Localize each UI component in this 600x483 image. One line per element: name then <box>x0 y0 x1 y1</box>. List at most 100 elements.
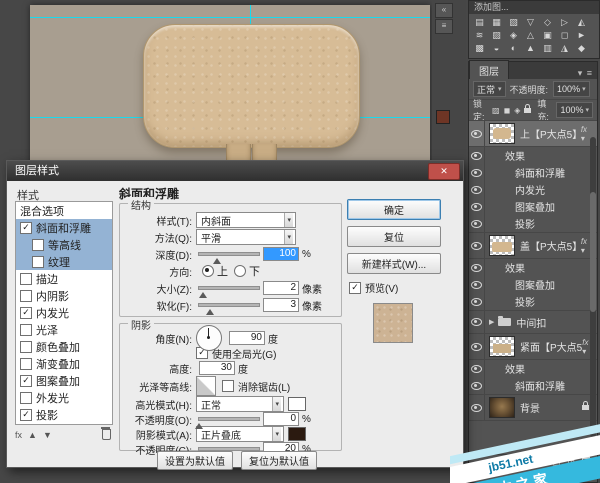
preset-icon[interactable]: ▷ <box>556 16 573 29</box>
layer-row[interactable]: ▶ 效果 fx ▾ <box>469 259 597 276</box>
highlight-color-swatch[interactable] <box>288 397 306 411</box>
eye-icon[interactable] <box>471 342 482 351</box>
layer-row[interactable]: ▶ 盖【P大点5】 fx ▾ <box>469 232 597 259</box>
preset-icon[interactable]: ≋ <box>471 29 488 42</box>
preset-icon[interactable]: △ <box>522 29 539 42</box>
layer-thumbnail[interactable] <box>489 235 515 256</box>
set-default-button[interactable]: 设置为默认值 <box>157 451 233 470</box>
fill-value[interactable]: 100% ▾ <box>556 102 593 118</box>
style-checkbox[interactable]: ✓ <box>20 306 32 319</box>
layer-name[interactable]: 效果 <box>505 148 525 163</box>
style-checkbox[interactable]: ✓ <box>20 289 32 302</box>
eye-icon[interactable] <box>471 381 482 390</box>
style-checkbox[interactable]: ✓ <box>20 391 32 404</box>
eye-icon[interactable] <box>471 219 482 228</box>
style-checkbox[interactable]: ✓ <box>20 221 32 234</box>
style-item[interactable]: ✓ 内阴影 <box>16 287 112 304</box>
layer-name[interactable]: 投影 <box>515 294 535 309</box>
layer-name[interactable]: 盖【P大点5】 <box>520 238 581 253</box>
eye-icon[interactable] <box>471 297 482 306</box>
layer-thumbnail[interactable] <box>489 336 515 357</box>
style-checkbox[interactable]: ✓ <box>32 255 44 268</box>
blend-mode-select[interactable]: 正常 ▾ <box>473 81 506 97</box>
preset-icon[interactable]: ▧ <box>505 16 522 29</box>
eye-icon[interactable] <box>471 185 482 194</box>
move-up-icon[interactable]: ▲ <box>28 430 37 440</box>
preset-icon[interactable]: ► <box>573 29 590 42</box>
preset-icon[interactable]: ◐ <box>505 42 522 55</box>
size-input[interactable]: 2 <box>263 281 299 295</box>
direction-up-radio[interactable] <box>202 265 214 277</box>
angle-input[interactable]: 90 <box>229 331 265 345</box>
fx-list-icon[interactable]: fx <box>15 430 22 440</box>
eye-icon[interactable] <box>471 241 482 250</box>
move-down-icon[interactable]: ▼ <box>43 430 52 440</box>
preset-icon[interactable]: ◇ <box>539 16 556 29</box>
style-item[interactable]: ✓ 内发光 <box>16 304 112 321</box>
collapse-panel-button[interactable]: « <box>435 3 453 18</box>
color-swatch-icon[interactable] <box>436 110 450 124</box>
gloss-contour-picker[interactable] <box>196 376 216 396</box>
preset-icon[interactable]: ◆ <box>573 42 590 55</box>
preset-icon[interactable]: ▦ <box>488 16 505 29</box>
reset-default-button[interactable]: 复位为默认值 <box>241 451 317 470</box>
style-checkbox[interactable]: ✓ <box>20 357 32 370</box>
bevel-style-select[interactable]: 内斜面 ▾ <box>196 212 296 228</box>
style-item[interactable]: ✓ 斜面和浮雕 <box>16 219 112 236</box>
eye-icon[interactable] <box>471 151 482 160</box>
style-item[interactable]: ✓ 投影 <box>16 406 112 423</box>
preset-icon[interactable]: ▣ <box>539 29 556 42</box>
layer-name[interactable]: 图案叠加 <box>515 277 555 292</box>
layer-name[interactable]: 内发光 <box>515 182 545 197</box>
direction-down-radio[interactable] <box>234 265 246 277</box>
lock-transparency-icon[interactable]: ▨ <box>492 106 500 115</box>
layer-name[interactable]: 中间扣 <box>516 315 546 330</box>
style-item[interactable]: ✓ 颜色叠加 <box>16 338 112 355</box>
layer-row[interactable]: ▶ 上【P大点5】 fx ▾ <box>469 120 597 147</box>
soften-input[interactable]: 3 <box>263 298 299 312</box>
highlight-opacity-input[interactable]: 0 <box>263 412 299 426</box>
style-checkbox[interactable]: ✓ <box>20 408 32 421</box>
style-checkbox[interactable]: ✓ <box>32 238 44 251</box>
layer-row[interactable]: ▶ 中间扣 fx ▾ <box>469 310 597 333</box>
shadow-color-swatch[interactable] <box>288 427 306 441</box>
layer-name[interactable]: 投影 <box>515 216 535 231</box>
style-checkbox[interactable]: ✓ <box>20 323 32 336</box>
eye-icon[interactable] <box>471 168 482 177</box>
shadow-mode-select[interactable]: 正片叠底 ▾ <box>196 426 284 442</box>
eye-icon[interactable] <box>471 202 482 211</box>
preset-icon[interactable]: ◮ <box>556 42 573 55</box>
layer-row[interactable]: ▶ 斜面和浮雕 fx ▾ <box>469 377 597 394</box>
layer-row[interactable]: ▶ 紧面【P大点5】 fx ▾ <box>469 333 597 360</box>
style-item[interactable]: ✓ 光泽 <box>16 321 112 338</box>
layer-row[interactable]: ▶ 内发光 fx ▾ <box>469 181 597 198</box>
depth-slider[interactable] <box>198 248 260 264</box>
size-slider[interactable] <box>198 282 260 298</box>
preset-icon[interactable]: ▩ <box>471 42 488 55</box>
style-item[interactable]: ✓ 等高线 <box>16 236 112 253</box>
layer-name[interactable]: 上【P大点5】 <box>520 126 581 141</box>
tab-layers[interactable]: 图层 <box>469 60 509 79</box>
scrollbar-thumb[interactable] <box>590 192 596 312</box>
layer-name[interactable]: 紧面【P大点5】 <box>520 339 582 354</box>
preset-icon[interactable]: ▲ <box>522 42 539 55</box>
angle-dial[interactable] <box>196 325 222 351</box>
soften-slider[interactable] <box>198 299 260 315</box>
opacity-value[interactable]: 100% ▾ <box>553 81 590 97</box>
preset-icon[interactable]: ◻ <box>556 29 573 42</box>
new-style-button[interactable]: 新建样式(W)... <box>347 253 441 274</box>
close-icon[interactable]: ✕ <box>428 163 460 180</box>
antialias-checkbox[interactable] <box>222 380 234 392</box>
panel-menu-icon[interactable]: ▾ ≡ <box>578 68 597 79</box>
style-item[interactable]: ✓ 描边 <box>16 270 112 287</box>
lock-pixels-icon[interactable]: ◼ <box>504 106 511 115</box>
highlight-mode-select[interactable]: 正常 ▾ <box>196 396 284 412</box>
eye-icon[interactable] <box>471 364 482 373</box>
layer-name[interactable]: 效果 <box>505 361 525 376</box>
layer-row[interactable]: ▶ 效果 fx ▾ <box>469 360 597 377</box>
layer-name[interactable]: 斜面和浮雕 <box>515 378 565 393</box>
guide-horizontal-top[interactable] <box>30 17 430 18</box>
dialog-titlebar[interactable]: 图层样式 ✕ <box>7 161 463 181</box>
reset-button[interactable]: 复位 <box>347 226 441 247</box>
style-checkbox[interactable]: ✓ <box>20 272 32 285</box>
